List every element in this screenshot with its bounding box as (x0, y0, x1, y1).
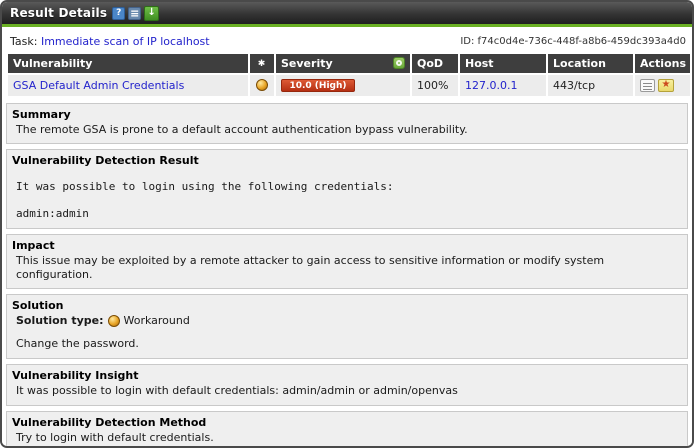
detection-result-title: Vulnerability Detection Result (12, 154, 681, 167)
result-id: ID: f74c0d4e-736c-448f-a8b6-459dc393a4d0 (460, 36, 686, 47)
solution-text: Change the password. (12, 337, 681, 351)
solution-type-header-icon: ✱ (255, 58, 268, 71)
task-row: Task: Immediate scan of IP localhost ID:… (6, 30, 688, 52)
cell-severity: 10.0 (High) (276, 75, 410, 96)
cell-host: 127.0.0.1 (460, 75, 546, 96)
section-insight: Vulnerability Insight It was possible to… (6, 364, 688, 406)
cell-solution-type (250, 75, 274, 96)
col-severity: Severity (276, 54, 410, 73)
cell-vulnerability: GSA Default Admin Credentials (8, 75, 248, 96)
impact-text: This issue may be exploited by a remote … (12, 254, 681, 282)
host-link[interactable]: 127.0.0.1 (465, 79, 517, 92)
task-label-group: Task: Immediate scan of IP localhost (10, 35, 210, 48)
section-summary: Summary The remote GSA is prone to a def… (6, 103, 688, 145)
col-severity-label: Severity (281, 57, 333, 70)
col-host: Host (460, 54, 546, 73)
section-detection-result: Vulnerability Detection Result It was po… (6, 149, 688, 229)
result-details-window: Result Details ? ≡ ↓ Task: Immediate sca… (0, 0, 694, 448)
workaround-icon (108, 315, 120, 327)
detection-result-line2: admin:admin (12, 207, 681, 221)
summary-text: The remote GSA is prone to a default acc… (12, 123, 681, 137)
export-download-icon[interactable]: ↓ (144, 6, 159, 21)
table-header-row: Vulnerability ✱ Severity QoD Host Locati… (8, 54, 690, 73)
table-row: GSA Default Admin Credentials 10.0 (High… (8, 75, 690, 96)
section-detection-method: Vulnerability Detection Method Try to lo… (6, 411, 688, 446)
detection-result-line1: It was possible to login using the follo… (12, 180, 681, 194)
severity-toggle-icon[interactable] (393, 57, 405, 69)
content-area: Task: Immediate scan of IP localhost ID:… (2, 27, 692, 446)
result-id-value: f74c0d4e-736c-448f-a8b6-459dc393a4d0 (478, 36, 686, 47)
solution-title: Solution (12, 299, 681, 312)
titlebar: Result Details ? ≡ ↓ (2, 2, 692, 24)
solution-type-line: Solution type: Workaround (12, 314, 681, 327)
detection-method-text: Try to login with default credentials. (12, 431, 681, 445)
severity-toggle-ring (396, 60, 402, 66)
col-location: Location (548, 54, 633, 73)
add-note-icon[interactable] (640, 79, 655, 92)
help-icon[interactable]: ? (112, 7, 125, 20)
summary-title: Summary (12, 108, 681, 121)
section-impact: Impact This issue may be exploited by a … (6, 234, 688, 290)
col-vulnerability: Vulnerability (8, 54, 248, 73)
severity-badge: 10.0 (High) (281, 79, 355, 92)
result-table: Vulnerability ✱ Severity QoD Host Locati… (6, 52, 692, 98)
col-qod: QoD (412, 54, 458, 73)
insight-text: It was possible to login with default cr… (12, 384, 681, 398)
page-title: Result Details (10, 6, 107, 20)
vulnerability-link[interactable]: GSA Default Admin Credentials (13, 79, 184, 92)
detection-method-title: Vulnerability Detection Method (12, 416, 681, 429)
section-solution: Solution Solution type: Workaround Chang… (6, 294, 688, 359)
task-link[interactable]: Immediate scan of IP localhost (41, 35, 210, 48)
col-solution-type: ✱ (250, 54, 274, 73)
cell-actions: ★ (635, 75, 690, 96)
insight-title: Vulnerability Insight (12, 369, 681, 382)
task-label: Task: (10, 35, 37, 48)
col-actions: Actions (635, 54, 690, 73)
solution-type-label: Solution type: (16, 314, 104, 327)
cell-qod: 100% (412, 75, 458, 96)
cell-location: 443/tcp (548, 75, 633, 96)
result-id-label: ID: (460, 36, 474, 47)
add-override-icon[interactable]: ★ (658, 79, 674, 92)
solution-type-value: Workaround (124, 314, 190, 327)
impact-title: Impact (12, 239, 681, 252)
workaround-icon (256, 79, 268, 91)
results-list-icon[interactable]: ≡ (128, 7, 141, 20)
